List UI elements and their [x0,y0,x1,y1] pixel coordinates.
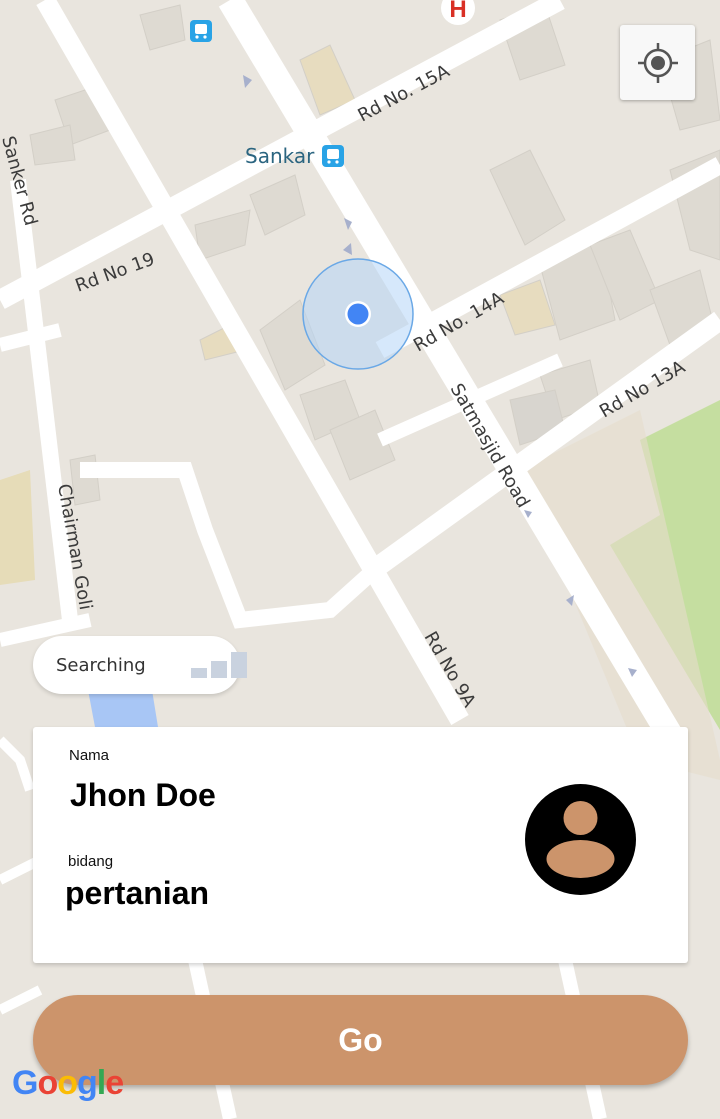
my-location-icon [637,42,678,83]
field-value: pertanian [65,875,210,911]
searching-status-pill: Searching [33,636,247,694]
person-avatar-icon [525,784,636,895]
profile-card: Nama Jhon Doe bidang pertanian [33,727,688,963]
field-label: bidang [68,853,114,870]
searching-label: Searching [56,654,146,676]
google-logo: Google [12,1062,127,1111]
go-button[interactable]: Go [33,995,688,1085]
bus-stop-icon[interactable] [190,20,212,42]
name-value: Jhon Doe [70,777,216,813]
bus-stop-sankar-icon[interactable] [322,145,344,167]
water-area [88,690,158,727]
name-label: Nama [69,747,110,764]
go-button-label: Go [338,1021,383,1058]
my-location-button[interactable] [620,25,695,100]
signal-bars-icon [191,652,249,678]
hospital-glyph: H [449,0,466,23]
current-location-marker [302,258,414,370]
yellow-area [0,470,35,585]
svg-text:Google: Google [12,1064,123,1102]
place-label-sankar: Sankar [245,144,315,168]
